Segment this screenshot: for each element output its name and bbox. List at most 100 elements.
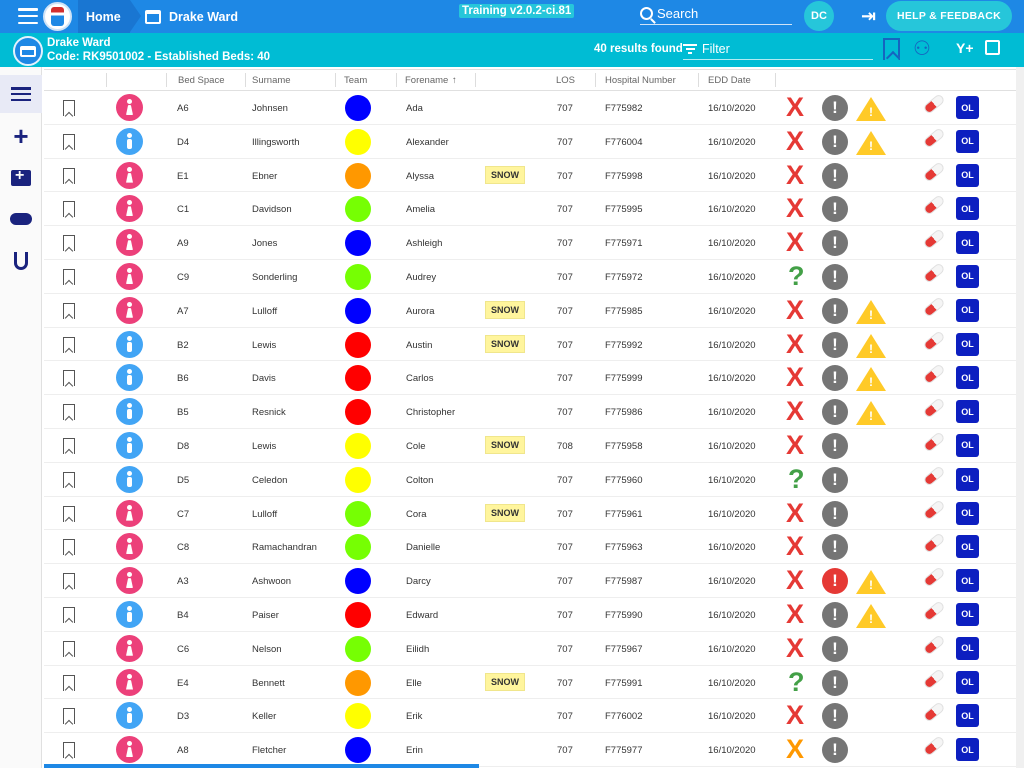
red-cross-icon[interactable]: X: [786, 499, 804, 527]
alert-icon[interactable]: !: [822, 230, 848, 257]
medication-pill-icon[interactable]: [922, 363, 946, 386]
ol-button[interactable]: OL: [956, 636, 979, 660]
table-row[interactable]: A8 Fletcher Erin 707 F775977 16/10/2020 X! OL: [44, 733, 1016, 767]
row-bookmark-icon[interactable]: [63, 640, 75, 657]
medication-pill-icon[interactable]: [922, 498, 946, 521]
table-row[interactable]: C7 Lulloff Cora SNOW 707 F775961 16/10/2020 X! O…: [44, 497, 1016, 531]
ol-button[interactable]: OL: [956, 197, 979, 221]
row-bookmark-icon[interactable]: [63, 133, 75, 150]
question-icon[interactable]: ?: [788, 668, 805, 696]
red-cross-icon[interactable]: X: [786, 567, 804, 594]
alert-icon[interactable]: !: [822, 466, 848, 493]
alert-icon[interactable]: !: [822, 331, 848, 358]
table-row[interactable]: C1 Davidson Amelia 707 F775995 16/10/2020 X! OL: [44, 192, 1016, 227]
red-cross-icon[interactable]: X: [786, 533, 804, 560]
row-bookmark-icon[interactable]: [63, 437, 75, 454]
table-row[interactable]: B2 Lewis Austin SNOW 707 F775992 16/10/2020 X! O…: [44, 328, 1016, 362]
red-cross-icon[interactable]: X: [786, 94, 804, 121]
alert-icon[interactable]: !: [822, 196, 848, 223]
table-row[interactable]: A3 Ashwoon Darcy 707 F775987 16/10/2020 X! OL: [44, 564, 1016, 598]
col-forename[interactable]: Forename: [405, 75, 448, 86]
alert-icon[interactable]: !: [822, 669, 848, 696]
bookmark-icon[interactable]: [883, 38, 900, 60]
sidebar-item-medical[interactable]: [0, 159, 42, 197]
alert-icon[interactable]: !: [822, 365, 848, 392]
table-row[interactable]: A6 Johnsen Ada 707 F775982 16/10/2020 X! OL: [44, 91, 1016, 125]
medication-pill-icon[interactable]: [922, 464, 946, 487]
medication-pill-icon[interactable]: [922, 600, 946, 622]
medication-pill-icon[interactable]: [922, 532, 946, 555]
group-add-icon[interactable]: ⚇: [913, 39, 931, 59]
medication-pill-icon[interactable]: [922, 566, 946, 589]
ol-button[interactable]: OL: [956, 298, 979, 322]
red-alert-icon[interactable]: !: [822, 568, 848, 595]
alert-icon[interactable]: !: [822, 162, 848, 189]
col-los[interactable]: LOS: [556, 75, 575, 86]
row-bookmark-icon[interactable]: [63, 505, 75, 522]
medication-pill-icon[interactable]: [922, 93, 946, 115]
question-icon[interactable]: ?: [788, 262, 805, 290]
warning-icon[interactable]: [856, 333, 886, 358]
row-bookmark-icon[interactable]: [63, 167, 75, 184]
table-row[interactable]: D5 Celedon Colton 707 F775960 16/10/2020?! OL: [44, 463, 1016, 497]
alert-icon[interactable]: !: [822, 399, 848, 426]
table-row[interactable]: B4 Paiser Edward 707 F775990 16/10/2020 X! OL: [44, 598, 1016, 632]
ol-button[interactable]: OL: [956, 231, 979, 255]
table-row[interactable]: C6 Nelson Eilidh 707 F775967 16/10/2020 X! OL: [44, 632, 1016, 666]
sidebar-item-handover[interactable]: [0, 200, 42, 238]
medication-pill-icon[interactable]: [922, 295, 946, 318]
table-row[interactable]: D3 Keller Erik 707 F776002 16/10/2020 X! OL: [44, 699, 1016, 734]
row-bookmark-icon[interactable]: [63, 302, 75, 319]
logout-icon[interactable]: ⇥: [861, 7, 876, 25]
alert-icon[interactable]: !: [822, 601, 848, 628]
ol-button[interactable]: OL: [956, 704, 979, 728]
menu-icon[interactable]: [18, 8, 38, 24]
ol-button[interactable]: OL: [956, 264, 979, 288]
table-row[interactable]: C8 Ramachandran Danielle 707 F775963 16/10/20…: [44, 530, 1016, 565]
alert-icon[interactable]: !: [822, 635, 848, 662]
warning-icon[interactable]: [856, 130, 886, 155]
search-input[interactable]: Search: [640, 3, 792, 25]
ol-button[interactable]: OL: [956, 569, 979, 593]
question-icon[interactable]: ?: [788, 465, 805, 493]
medication-pill-icon[interactable]: [922, 397, 946, 420]
row-bookmark-icon[interactable]: [63, 573, 75, 590]
row-bookmark-icon[interactable]: [63, 100, 75, 116]
row-bookmark-icon[interactable]: [63, 708, 75, 725]
col-surname[interactable]: Surname: [252, 75, 291, 86]
warning-icon[interactable]: [856, 570, 886, 595]
table-row[interactable]: E1 Ebner Alyssa SNOW 707 F775998 16/10/2020 X! O…: [44, 159, 1016, 193]
horizontal-scrollbar[interactable]: [44, 764, 479, 768]
row-bookmark-icon[interactable]: [63, 336, 75, 353]
ol-button[interactable]: OL: [956, 433, 979, 457]
table-row[interactable]: D4 Illingsworth Alexander 707 F776004 16/10/2…: [44, 125, 1016, 159]
red-cross-icon[interactable]: X: [786, 296, 804, 324]
warning-icon[interactable]: [856, 299, 886, 324]
ol-button[interactable]: OL: [956, 738, 979, 762]
ol-button[interactable]: OL: [956, 535, 979, 559]
medication-pill-icon[interactable]: [922, 329, 946, 352]
ol-button[interactable]: OL: [956, 602, 979, 626]
medication-pill-icon[interactable]: [922, 126, 946, 149]
row-bookmark-icon[interactable]: [63, 606, 75, 623]
open-in-new-icon[interactable]: [985, 40, 1000, 55]
ol-button[interactable]: OL: [956, 129, 979, 153]
row-bookmark-icon[interactable]: [63, 539, 75, 556]
red-cross-icon[interactable]: X: [786, 634, 804, 662]
table-row[interactable]: A7 Lulloff Aurora SNOW 707 F775985 16/10/2020 X…: [44, 294, 1016, 328]
warning-icon[interactable]: [856, 367, 886, 392]
filter-input[interactable]: Filter: [683, 38, 873, 60]
alert-icon[interactable]: !: [822, 703, 848, 730]
red-cross-icon[interactable]: X: [786, 195, 804, 222]
medication-pill-icon[interactable]: [922, 431, 946, 453]
col-edd-date[interactable]: EDD Date: [708, 75, 751, 86]
app-logo[interactable]: [43, 2, 72, 31]
medication-pill-icon[interactable]: [922, 228, 946, 251]
table-row[interactable]: D8 Lewis Cole SNOW 708 F775958 16/10/2020 X! OL: [44, 429, 1016, 463]
red-cross-icon[interactable]: X: [786, 431, 804, 459]
alert-icon[interactable]: !: [822, 500, 848, 527]
orange-cross-icon[interactable]: X: [786, 736, 804, 763]
alert-icon[interactable]: !: [822, 432, 848, 459]
col-bed-space[interactable]: Bed Space: [178, 75, 224, 86]
breadcrumb-ward[interactable]: Drake Ward: [145, 0, 238, 33]
